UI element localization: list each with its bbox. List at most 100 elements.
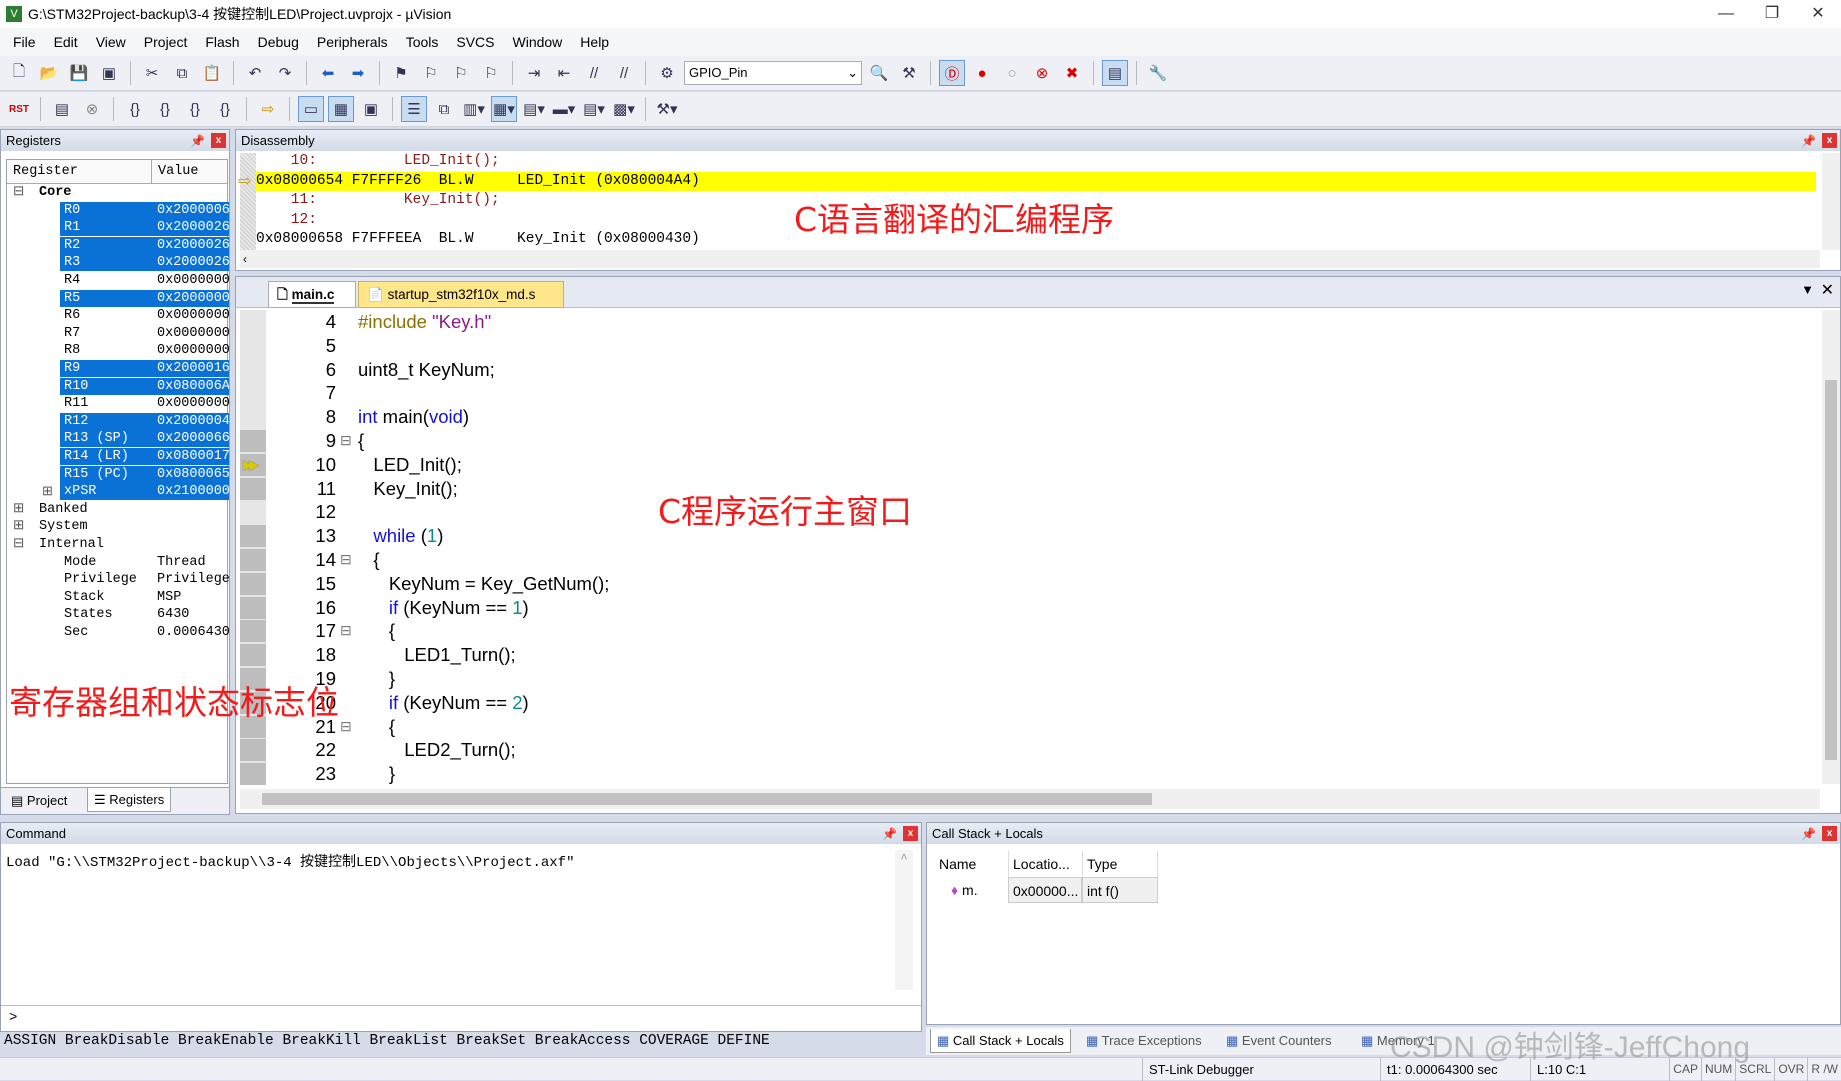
bookmark-next-icon[interactable]: ⚐ xyxy=(448,60,474,86)
save-icon[interactable]: 💾 xyxy=(66,60,92,86)
column-type[interactable]: Type xyxy=(1082,851,1158,877)
register-group[interactable]: ⊟ Core xyxy=(7,184,231,202)
disassembly-hscrollbar[interactable]: ‹ xyxy=(240,250,1820,268)
tab-trace-exceptions[interactable]: ▦ Trace Exceptions xyxy=(1080,1029,1208,1053)
show-next-statement-icon[interactable]: ⇨ xyxy=(255,96,281,122)
register-row[interactable]: R11 0x0000000 xyxy=(7,395,231,413)
tab-main-c[interactable]: 🗋 main.c xyxy=(268,281,356,308)
register-group[interactable]: ⊟ Internal xyxy=(7,536,231,554)
close-icon[interactable]: x xyxy=(1822,826,1837,841)
register-row[interactable]: R0 0x2000006 xyxy=(7,201,231,220)
bookmark-clear-icon[interactable]: ⚐ xyxy=(478,60,504,86)
registers-window-icon[interactable]: ☰ xyxy=(401,96,427,122)
register-row[interactable]: Privilege Privilege xyxy=(7,571,231,589)
register-group[interactable]: ⊞ Banked xyxy=(7,501,231,519)
unindent-icon[interactable]: ⇤ xyxy=(551,60,577,86)
menu-svcs[interactable]: SVCS xyxy=(447,34,503,50)
callstack-row[interactable]: ♦ m. 0x00000... int f() xyxy=(935,877,1158,903)
call-stack-window-icon[interactable]: ⧉ xyxy=(431,96,457,122)
bookmark-prev-icon[interactable]: ⚐ xyxy=(418,60,444,86)
copy-icon[interactable]: ⧉ xyxy=(169,60,195,86)
code-line[interactable]: 13 while (1) xyxy=(236,524,1776,548)
run-to-cursor-icon[interactable]: {} xyxy=(212,96,238,122)
tab-startup[interactable]: 📄 startup_stm32f10x_md.s xyxy=(358,281,564,308)
code-line[interactable]: 9 ⊟{ xyxy=(236,429,1776,453)
collapse-icon[interactable]: ⊟ xyxy=(13,184,24,202)
window-layout-icon[interactable]: ▤ xyxy=(1102,60,1128,86)
step-out-icon[interactable]: {} xyxy=(182,96,208,122)
register-row[interactable]: R8 0x0000000 xyxy=(7,342,231,360)
code-line[interactable]: 17 ⊟ { xyxy=(236,619,1776,643)
menu-tools[interactable]: Tools xyxy=(397,34,448,50)
uncomment-icon[interactable]: // xyxy=(611,60,637,86)
code-line[interactable]: 22 LED2_Turn(); xyxy=(236,738,1776,762)
menu-file[interactable]: File xyxy=(4,34,45,50)
register-row[interactable]: ⊞ xPSR 0x2100000 xyxy=(7,483,231,501)
trace-window-icon[interactable]: ▤▾ xyxy=(581,96,607,122)
undo-icon[interactable]: ↶ xyxy=(242,60,268,86)
step-over-icon[interactable]: {} xyxy=(152,96,178,122)
fold-icon[interactable]: ⊟ xyxy=(340,619,352,643)
column-register[interactable]: Register xyxy=(7,160,152,183)
collapse-icon[interactable]: ⊟ xyxy=(13,536,24,554)
code-line[interactable]: 11 Key_Init(); xyxy=(236,477,1776,501)
reset-icon[interactable]: RST xyxy=(6,96,32,122)
pin-icon[interactable]: 📌 xyxy=(1801,824,1816,845)
menu-flash[interactable]: Flash xyxy=(196,34,248,50)
editor-vscrollbar[interactable] xyxy=(1822,310,1840,784)
pin-icon[interactable]: 📌 xyxy=(190,131,205,152)
tab-project[interactable]: ▤ Project xyxy=(5,789,73,813)
tab-event-counters[interactable]: ▦ Event Counters xyxy=(1220,1029,1338,1053)
register-row[interactable]: R15 (PC) 0x0800065 xyxy=(7,465,231,484)
menu-peripherals[interactable]: Peripherals xyxy=(308,34,397,50)
pin-icon[interactable]: 📌 xyxy=(882,824,897,845)
register-group[interactable]: ⊞ System xyxy=(7,518,231,536)
tab-call-stack-locals[interactable]: ▦ Call Stack + Locals xyxy=(930,1029,1071,1053)
step-into-icon[interactable]: {} xyxy=(122,96,148,122)
register-row[interactable]: R6 0x0000000 xyxy=(7,307,231,325)
kill-all-breakpoints-icon[interactable]: ✖ xyxy=(1059,60,1085,86)
register-row[interactable]: States 6430 xyxy=(7,606,231,624)
restore-button[interactable]: ❐ xyxy=(1749,0,1795,28)
configure-icon[interactable]: 🔧 xyxy=(1145,60,1171,86)
close-button[interactable]: ✕ xyxy=(1795,0,1841,28)
register-row[interactable]: Stack MSP xyxy=(7,589,231,607)
register-row[interactable]: R1 0x2000026 xyxy=(7,219,231,237)
toolbox-icon[interactable]: ⚒▾ xyxy=(654,96,680,122)
code-line[interactable]: 6 uint8_t KeyNum; xyxy=(236,358,1776,382)
register-row[interactable]: R5 0x2000000 xyxy=(7,289,231,308)
code-line[interactable]: 20 if (KeyNum == 2) xyxy=(236,691,1776,715)
menu-edit[interactable]: Edit xyxy=(45,34,87,50)
column-name[interactable]: Name xyxy=(935,851,1008,877)
system-viewer-icon[interactable]: ▩▾ xyxy=(611,96,637,122)
comment-icon[interactable]: // xyxy=(581,60,607,86)
save-all-icon[interactable]: ▣ xyxy=(96,60,122,86)
debug-session-icon[interactable]: Ⓓ xyxy=(939,60,965,86)
target-select[interactable]: GPIO_Pin ⌄ xyxy=(684,61,862,85)
disasm-line[interactable]: 10: LED_Init(); xyxy=(256,152,1816,172)
bookmark-icon[interactable]: ⚑ xyxy=(388,60,414,86)
breakpoint-icon[interactable]: ● xyxy=(969,60,995,86)
fold-icon[interactable]: ⊟ xyxy=(340,715,352,739)
menu-view[interactable]: View xyxy=(87,34,135,50)
incremental-find-icon[interactable]: ⚒ xyxy=(896,60,922,86)
minimize-button[interactable]: — xyxy=(1703,0,1749,28)
register-row[interactable]: R3 0x2000026 xyxy=(7,254,231,272)
indent-icon[interactable]: ⇥ xyxy=(521,60,547,86)
pin-icon[interactable]: 📌 xyxy=(1801,131,1816,152)
code-line[interactable]: 23 } xyxy=(236,762,1776,786)
code-line[interactable]: 19 } xyxy=(236,667,1776,691)
close-icon[interactable]: x xyxy=(903,826,918,841)
register-row[interactable]: R13 (SP) 0x2000066 xyxy=(7,430,231,448)
memory-window-icon[interactable]: ▦▾ xyxy=(491,96,517,122)
code-line[interactable]: ▶▶ 10 LED_Init(); xyxy=(236,453,1776,477)
code-line[interactable]: 14 ⊟ { xyxy=(236,548,1776,572)
column-value[interactable]: Value xyxy=(152,160,199,183)
expand-icon[interactable]: ⊞ xyxy=(42,483,53,501)
menu-help[interactable]: Help xyxy=(571,34,618,50)
editor-hscrollbar[interactable] xyxy=(240,789,1820,809)
disassembly-window-icon[interactable]: ▦ xyxy=(328,96,354,122)
open-file-icon[interactable]: 📂 xyxy=(36,60,62,86)
fold-icon[interactable]: ⊟ xyxy=(340,429,352,453)
register-row[interactable]: Sec 0.0006430 xyxy=(7,624,231,642)
